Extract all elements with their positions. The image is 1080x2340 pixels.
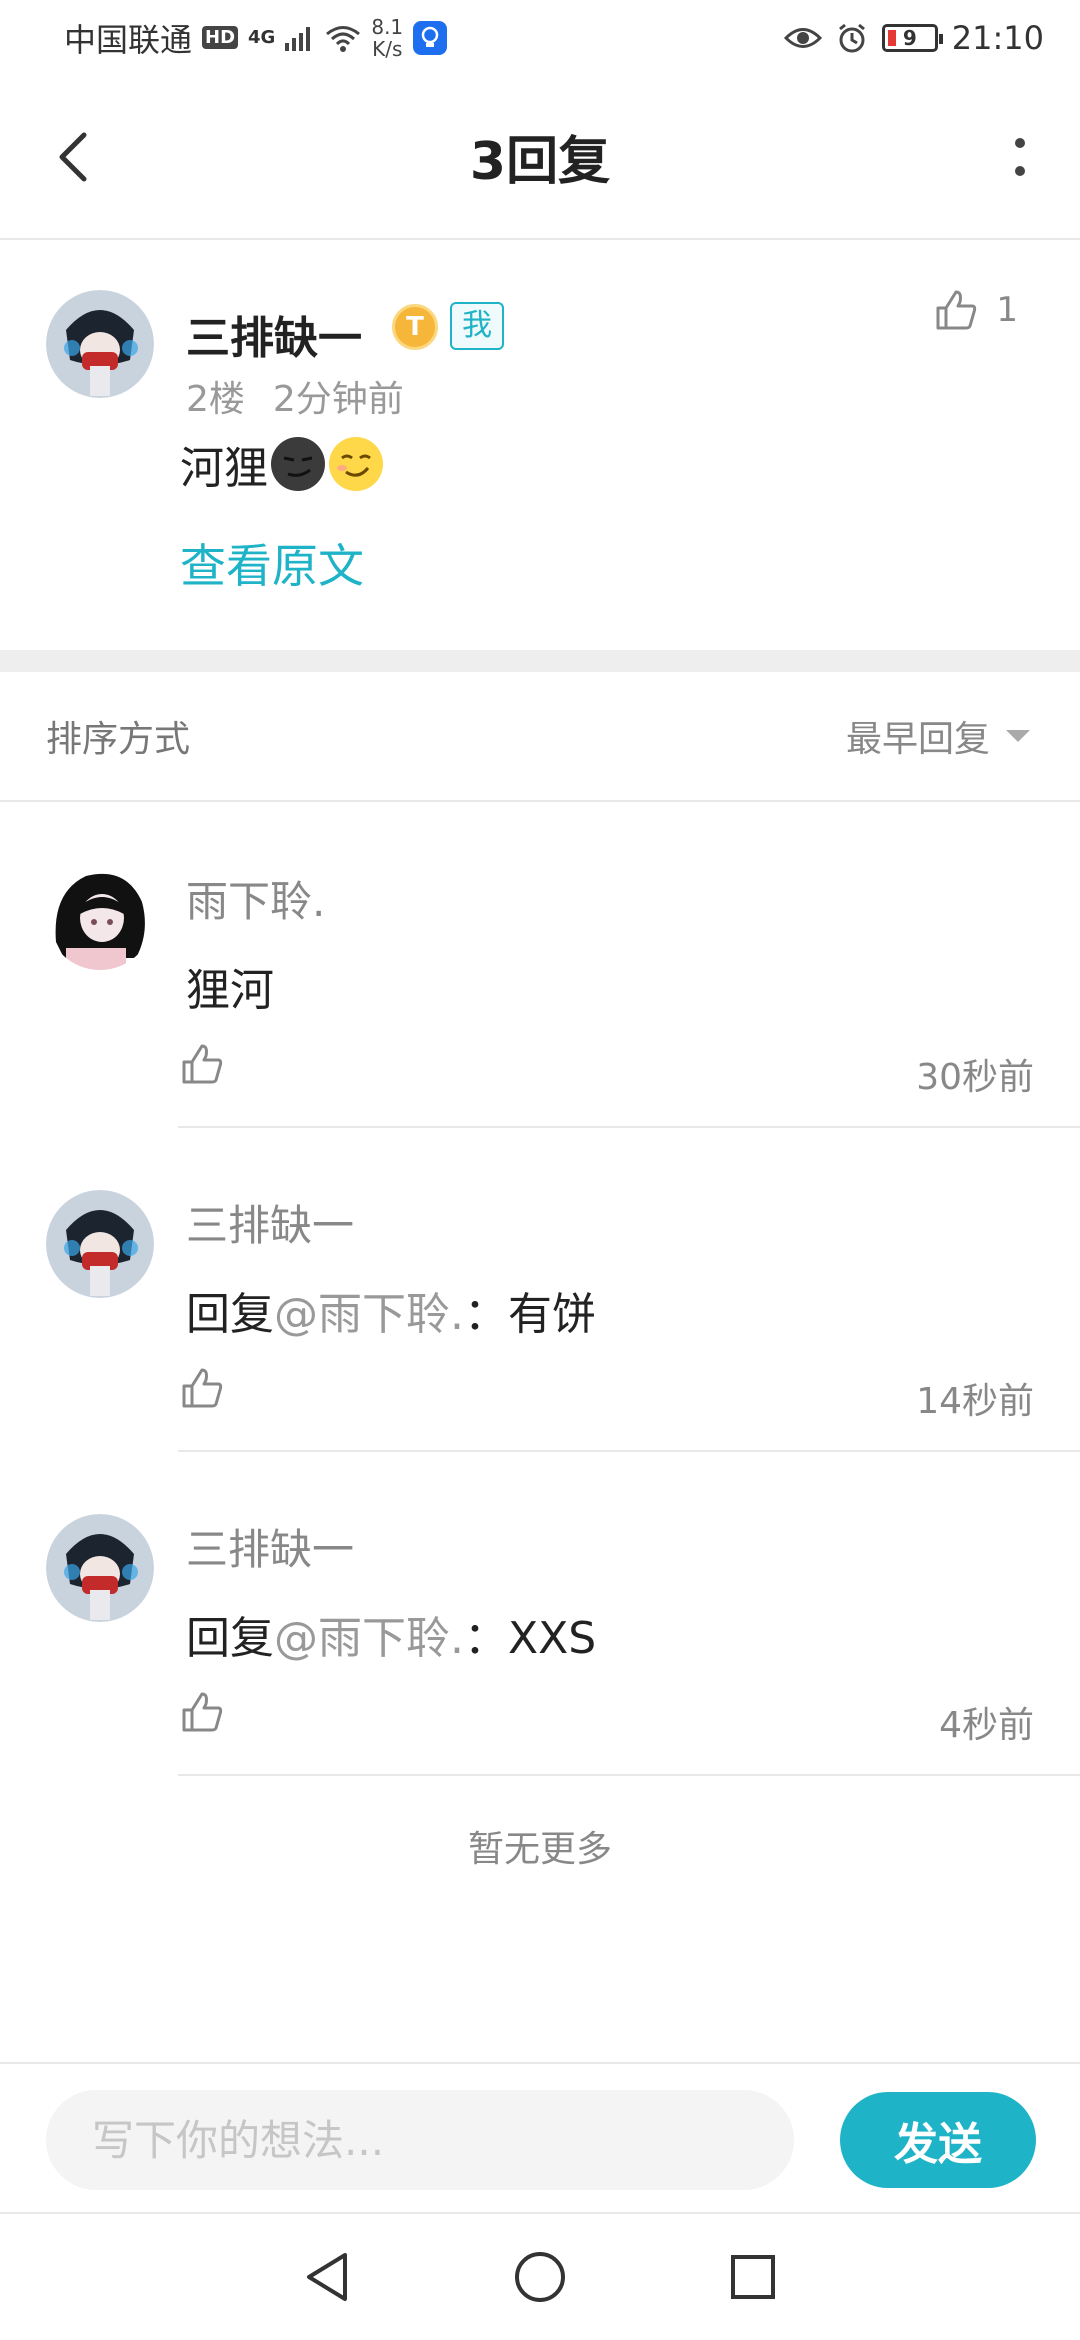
eye-icon — [783, 27, 822, 48]
reply-like-button[interactable] — [180, 1366, 228, 1414]
sort-selected: 最早回复 — [845, 719, 990, 760]
battery-icon: 9 — [881, 23, 943, 52]
back-button[interactable] — [40, 125, 104, 189]
level-badge: T — [392, 304, 438, 350]
thumbs-up-icon — [182, 1044, 223, 1084]
section-divider — [0, 650, 1080, 672]
reply-like-button[interactable] — [180, 1042, 228, 1090]
status-bar: 中国联通 HD 4G 8.1 K/s 9 21:10 — [0, 0, 1080, 75]
reply-time: 14秒前 — [916, 1381, 1034, 1422]
triangle-back-icon — [306, 2253, 347, 2301]
author-name[interactable]: 三排缺一 — [186, 302, 362, 366]
network-label: 4G — [248, 27, 276, 48]
mention-link[interactable]: @雨下聆. — [274, 1289, 464, 1340]
more-options-button[interactable] — [990, 125, 1050, 189]
no-more-label: 暂无更多 — [467, 1829, 612, 1870]
floor-label: 2楼 — [186, 379, 245, 420]
sort-dropdown[interactable]: 最早回复 — [846, 710, 1030, 762]
like-count: 1 — [996, 290, 1018, 330]
avatar[interactable] — [46, 1514, 154, 1622]
reply-text: 狸河 — [186, 965, 274, 1016]
reply-time: 30秒前 — [916, 1057, 1034, 1098]
clock: 21:10 — [951, 18, 1044, 57]
nav-home-button[interactable] — [504, 2241, 576, 2313]
reply-time: 4秒前 — [939, 1705, 1034, 1746]
like-button[interactable]: 1 — [934, 288, 1018, 332]
view-original-link[interactable]: 查看原文 — [180, 530, 364, 596]
reply-text: 回复@雨下聆.：有饼 — [186, 1289, 596, 1340]
reply-item: 三排缺一 回复@雨下聆.：XXS 4秒前 — [0, 1452, 1080, 1776]
carrier-label: 中国联通 — [64, 20, 193, 59]
avatar[interactable] — [46, 290, 154, 398]
comment-input-bar: 发送 — [0, 2062, 1080, 2212]
divider — [178, 1774, 1080, 1776]
sort-label: 排序方式 — [46, 719, 191, 760]
post-content: 河狸 — [180, 432, 384, 496]
avatar[interactable] — [46, 1190, 154, 1298]
caret-down-icon — [1006, 730, 1030, 742]
wifi-icon — [326, 25, 361, 52]
avatar[interactable] — [46, 862, 154, 970]
send-button[interactable]: 发送 — [840, 2092, 1036, 2188]
hd-badge: HD — [202, 26, 239, 49]
alarm-icon — [838, 23, 865, 52]
thumbs-up-icon — [182, 1692, 223, 1732]
sort-bar: 排序方式 最早回复 — [0, 672, 1080, 802]
circle-home-icon — [514, 2252, 565, 2302]
top-app-bar: 3回复 — [0, 75, 1080, 240]
thumbs-up-icon — [182, 1368, 223, 1408]
reply-like-button[interactable] — [180, 1690, 228, 1738]
network-speed: 8.1 K/s — [371, 14, 404, 61]
smirk-emoji-icon — [329, 437, 383, 491]
reply-author[interactable]: 三排缺一 — [186, 1192, 354, 1253]
dark-smirk-emoji-icon — [271, 437, 325, 491]
nav-recents-button[interactable] — [717, 2241, 789, 2313]
reply-author[interactable]: 雨下聆. — [186, 868, 325, 929]
mention-link[interactable]: @雨下聆. — [274, 1613, 464, 1664]
more-vertical-icon — [1015, 138, 1025, 176]
me-tag: 我 — [450, 302, 504, 350]
reply-author[interactable]: 三排缺一 — [186, 1516, 354, 1577]
system-nav-bar — [0, 2212, 1080, 2340]
thumbs-up-icon — [936, 290, 977, 330]
reply-item: 雨下聆. 狸河 30秒前 — [0, 804, 1080, 1128]
reply-item: 三排缺一 回复@雨下聆.：有饼 14秒前 — [0, 1128, 1080, 1452]
nav-back-button[interactable] — [291, 2241, 363, 2313]
square-recents-icon — [731, 2255, 776, 2299]
post-meta: 2楼 2分钟前 — [186, 370, 404, 422]
chevron-left-icon — [59, 132, 87, 182]
page-title: 3回复 — [469, 132, 611, 192]
signal-icon — [285, 26, 311, 51]
reply-text: 回复@雨下聆.：XXS — [186, 1613, 597, 1664]
post-time: 2分钟前 — [272, 379, 404, 420]
original-comment: 三排缺一 T 我 1 2楼 2分钟前 河狸 查看原文 — [0, 242, 1080, 650]
lightbulb-icon — [413, 20, 448, 55]
comment-input[interactable] — [46, 2090, 794, 2190]
